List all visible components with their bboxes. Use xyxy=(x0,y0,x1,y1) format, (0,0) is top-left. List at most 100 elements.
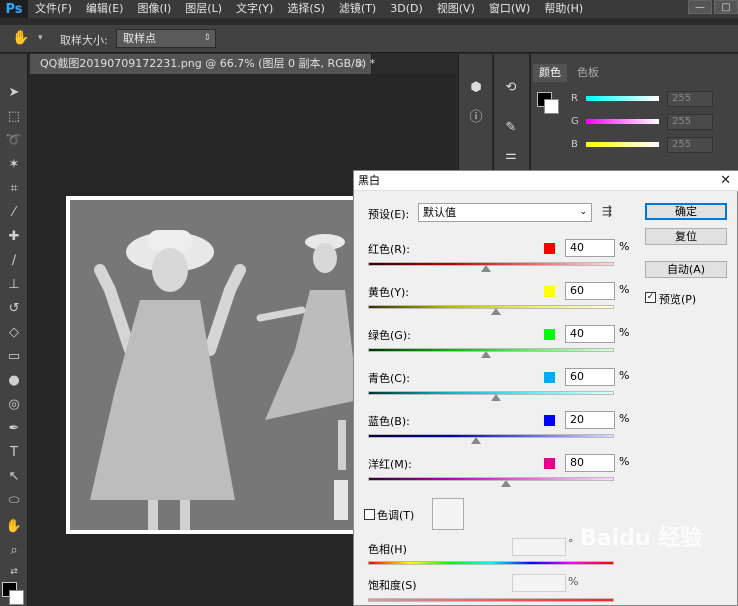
slider-g-track[interactable] xyxy=(586,119,659,124)
channel-value-input[interactable]: 40 xyxy=(565,325,615,343)
hand-tool-icon[interactable]: ✋ xyxy=(3,516,25,536)
saturation-input[interactable] xyxy=(512,574,566,592)
slider-r-track[interactable] xyxy=(586,96,659,101)
channel-value-input[interactable]: 80 xyxy=(565,454,615,472)
channel-slider-thumb[interactable] xyxy=(471,437,482,444)
channel-slider-thumb[interactable] xyxy=(481,265,492,272)
preview-checkbox[interactable]: ✓ xyxy=(645,292,656,303)
saturation-slider-track[interactable] xyxy=(368,598,614,602)
panel-background-swatch[interactable] xyxy=(544,99,559,114)
background-color-swatch[interactable] xyxy=(9,590,24,605)
tint-color-swatch[interactable] xyxy=(432,498,464,530)
slider-g-value[interactable]: 255 xyxy=(667,114,713,130)
zoom-tool-icon[interactable]: ⌕ xyxy=(3,540,25,560)
type-tool-icon[interactable]: T xyxy=(3,442,25,462)
path-selection-tool-icon[interactable]: ↖ xyxy=(3,466,25,486)
slider-b-value[interactable]: 255 xyxy=(667,137,713,153)
adjustments-icon[interactable]: ⚌ xyxy=(500,144,522,166)
brush-preset-icon[interactable]: ✎ xyxy=(500,116,522,138)
dodge-tool-icon[interactable]: ◎ xyxy=(3,394,25,414)
slider-r-label: R xyxy=(571,93,578,104)
tab-swatches[interactable]: 色板 xyxy=(571,64,605,82)
window-controls: — □ xyxy=(686,0,738,18)
hue-unit: ° xyxy=(568,537,574,550)
menu-window[interactable]: 窗口(W) xyxy=(482,0,537,18)
minimize-button[interactable]: — xyxy=(688,0,712,14)
channel-swatch xyxy=(544,372,555,383)
magic-wand-tool-icon[interactable]: ✶ xyxy=(3,154,25,174)
menu-3d[interactable]: 3D(D) xyxy=(383,0,430,18)
channel-slider-thumb[interactable] xyxy=(490,308,501,315)
menu-view[interactable]: 视图(V) xyxy=(430,0,482,18)
menu-filter[interactable]: 滤镜(T) xyxy=(332,0,383,18)
preset-value: 默认值 xyxy=(423,206,456,219)
preset-options-icon[interactable]: ⇶ xyxy=(602,204,612,218)
marquee-tool-icon[interactable]: ⬚ xyxy=(3,106,25,126)
history-icon[interactable]: ⟲ xyxy=(500,76,522,98)
eyedropper-tool-icon[interactable]: ⁄ xyxy=(3,202,25,222)
shape-tool-icon[interactable]: ⬭ xyxy=(3,490,25,510)
slider-r-value[interactable]: 255 xyxy=(667,91,713,107)
saturation-unit: % xyxy=(568,575,579,588)
slider-b-track[interactable] xyxy=(586,142,659,147)
gradient-tool-icon[interactable]: ▭ xyxy=(3,346,25,366)
canvas-image[interactable] xyxy=(70,200,362,530)
chevron-down-icon: ⌄ xyxy=(579,207,587,217)
tool-preset-dropdown-icon[interactable]: ▾ xyxy=(38,33,43,43)
menu-layer[interactable]: 图层(L) xyxy=(178,0,229,18)
girls-photo-illustration xyxy=(70,200,362,530)
sample-size-label: 取样大小: xyxy=(60,34,108,47)
channel-slider-thumb[interactable] xyxy=(500,480,511,487)
channel-slider-track[interactable] xyxy=(368,434,614,438)
info-icon[interactable]: ⓘ xyxy=(465,104,487,126)
channel-value-input[interactable]: 60 xyxy=(565,368,615,386)
tint-checkbox[interactable] xyxy=(364,509,375,520)
ok-button[interactable]: 确定 xyxy=(645,203,727,220)
reset-button[interactable]: 复位 xyxy=(645,228,727,245)
document-tab[interactable]: QQ截图20190709172231.png @ 66.7% (图层 0 副本,… xyxy=(30,54,375,74)
pen-tool-icon[interactable]: ✒ xyxy=(3,418,25,438)
channel-label: 红色(R): xyxy=(368,243,410,256)
stamp-tool-icon[interactable]: ⊥ xyxy=(3,274,25,294)
baidu-watermark: Baidu 经验 xyxy=(580,526,703,551)
tint-label: 色调(T) xyxy=(377,509,415,522)
eraser-tool-icon[interactable]: ◇ xyxy=(3,322,25,342)
channel-value-input[interactable]: 40 xyxy=(565,239,615,257)
swap-colors-icon[interactable]: ⇄ xyxy=(3,562,25,582)
crop-tool-icon[interactable]: ⌗ xyxy=(3,178,25,198)
menu-select[interactable]: 选择(S) xyxy=(280,0,332,18)
3d-panel-icon[interactable]: ⬢ xyxy=(465,76,487,98)
close-icon[interactable]: ✕ xyxy=(720,171,731,191)
brush-tool-icon[interactable]: ∕ xyxy=(3,250,25,270)
menu-help[interactable]: 帮助(H) xyxy=(537,0,590,18)
channel-swatch xyxy=(544,243,555,254)
lasso-tool-icon[interactable]: ➰ xyxy=(3,130,25,150)
channel-slider-thumb[interactable] xyxy=(481,351,492,358)
blur-tool-icon[interactable]: ● xyxy=(3,370,25,390)
photoshop-logo: Ps xyxy=(0,0,28,18)
menu-edit[interactable]: 编辑(E) xyxy=(79,0,131,18)
slider-g-label: G xyxy=(571,116,579,127)
eyedropper-tool-icon[interactable]: ✋ xyxy=(12,30,34,48)
hue-slider-track[interactable] xyxy=(368,561,614,565)
sample-size-select[interactable]: 取样点 ⇕ xyxy=(116,29,216,48)
move-tool-icon[interactable]: ➤ xyxy=(3,82,25,102)
menu-image[interactable]: 图像(I) xyxy=(130,0,178,18)
hue-input[interactable] xyxy=(512,538,566,556)
channel-value-input[interactable]: 20 xyxy=(565,411,615,429)
channel-slider-thumb[interactable] xyxy=(490,394,501,401)
slider-b-label: B xyxy=(571,139,578,150)
healing-brush-tool-icon[interactable]: ✚ xyxy=(3,226,25,246)
menu-file[interactable]: 文件(F) xyxy=(28,0,79,18)
history-brush-tool-icon[interactable]: ↺ xyxy=(3,298,25,318)
tab-color[interactable]: 颜色 xyxy=(533,64,567,82)
percent-sign: % xyxy=(619,369,630,382)
channel-slider-track[interactable] xyxy=(368,477,614,481)
auto-button[interactable]: 自动(A) xyxy=(645,261,727,278)
close-icon[interactable]: × xyxy=(356,54,365,74)
preset-label: 预设(E): xyxy=(368,208,410,221)
menu-type[interactable]: 文字(Y) xyxy=(229,0,280,18)
restore-button[interactable]: □ xyxy=(714,0,738,14)
preset-select[interactable]: 默认值 ⌄ xyxy=(418,203,592,222)
channel-value-input[interactable]: 60 xyxy=(565,282,615,300)
